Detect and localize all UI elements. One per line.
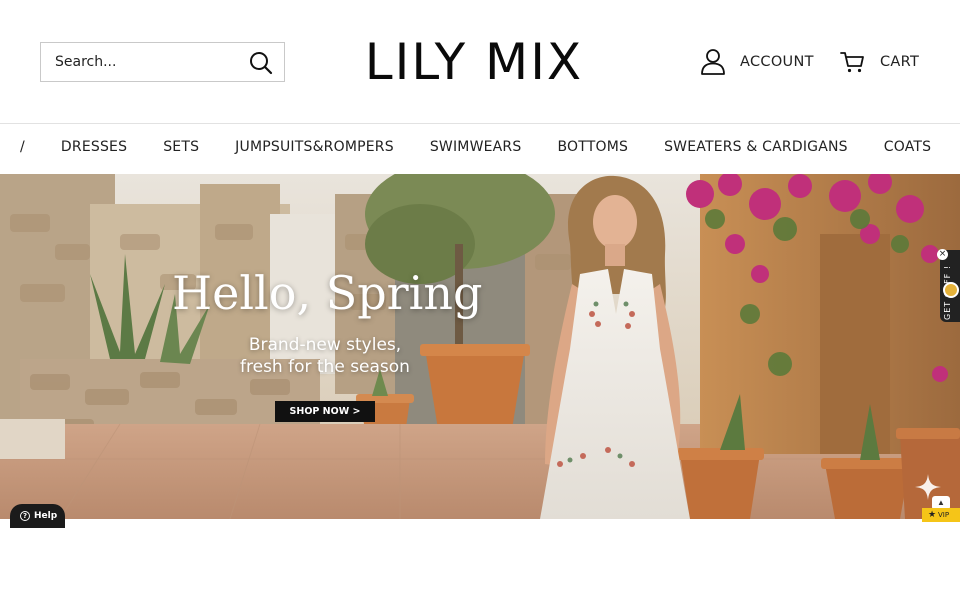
nav-item-sweaters-cardigans[interactable]: SWEATERS & CARDIGANS — [664, 139, 848, 155]
search-input[interactable] — [41, 43, 241, 81]
nav-item-coats[interactable]: COATS — [884, 139, 931, 155]
close-icon[interactable]: × — [937, 249, 948, 260]
cart-label: CART — [880, 54, 920, 70]
help-button[interactable]: ? Help — [10, 504, 65, 528]
nav-separator: / — [20, 139, 25, 155]
cart-icon — [840, 52, 864, 73]
cart-link[interactable]: CART — [840, 48, 919, 76]
vip-label: VIP — [938, 511, 950, 519]
nav-item-jumpsuits-rompers[interactable]: JUMPSUITS&ROMPERS — [235, 139, 394, 155]
coin-icon — [943, 282, 959, 298]
site-header: LILY MIX ACCOUNT CART — [0, 0, 960, 124]
nav-item-bottoms[interactable]: BOTTOMS — [557, 139, 628, 155]
hero-subtitle-line1: Brand-new styles, — [248, 335, 402, 355]
shop-now-button[interactable]: SHOP NOW > — [275, 401, 375, 422]
vip-badge[interactable]: ★ VIP — [922, 508, 960, 522]
search-button[interactable] — [248, 50, 274, 76]
hero-banner[interactable]: Hello, Spring Brand-new styles, fresh fo… — [0, 174, 960, 519]
hero-subtitle-line2: fresh for the season — [240, 357, 410, 377]
user-icon — [701, 49, 725, 75]
nav-list: / DRESSES SETS JUMPSUITS&ROMPERS SWIMWEA… — [20, 139, 960, 155]
nav-item-sets[interactable]: SETS — [163, 139, 199, 155]
star-icon: ★ — [928, 510, 937, 520]
search-box — [40, 42, 285, 82]
search-icon — [250, 52, 273, 75]
site-logo[interactable]: LILY MIX — [300, 30, 648, 94]
main-nav: / DRESSES SETS JUMPSUITS&ROMPERS SWIMWEA… — [0, 125, 960, 173]
nav-item-swimwears[interactable]: SWIMWEARS — [430, 139, 522, 155]
nav-item-dresses[interactable]: DRESSES — [61, 139, 127, 155]
hero-title: Hello, Spring — [172, 266, 483, 320]
account-label: ACCOUNT — [740, 54, 814, 70]
hero-image — [0, 174, 960, 519]
hero-subtitle: Brand-new styles, fresh for the season — [210, 334, 440, 378]
question-icon: ? — [20, 511, 30, 521]
help-label: Help — [34, 511, 58, 521]
account-link[interactable]: ACCOUNT — [700, 48, 814, 76]
